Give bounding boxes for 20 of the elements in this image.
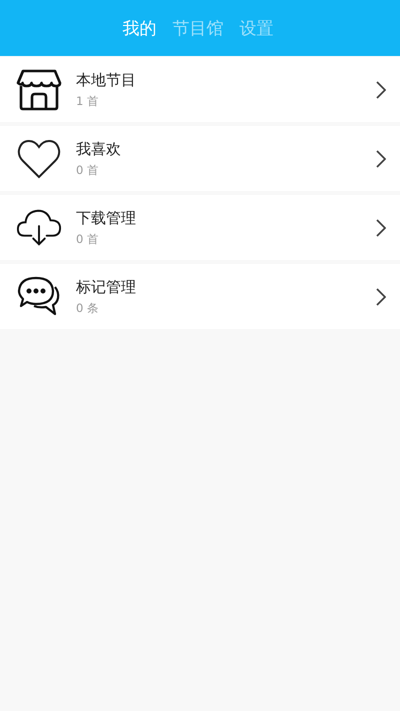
chevron-right-icon	[376, 288, 386, 306]
item-title: 本地节目	[76, 70, 137, 90]
item-count: 0 首	[76, 162, 100, 178]
chat-bubbles-icon	[17, 276, 61, 318]
menu-row[interactable]: 标记管理 0 条	[0, 264, 400, 329]
item-title: 标记管理	[76, 278, 137, 296]
store-icon	[16, 68, 62, 110]
item-count: 0 条	[76, 300, 100, 316]
item-count: 1 首	[76, 94, 100, 108]
menu-row[interactable]: 下载管理 0 首	[0, 195, 400, 260]
chevron-right-icon	[376, 80, 386, 98]
cloud-download-icon	[16, 208, 62, 248]
item-title: 下载管理	[76, 208, 137, 228]
menu-row[interactable]: 本地节目 1 首	[0, 57, 400, 122]
heart-icon	[17, 138, 61, 178]
chevron-right-icon	[376, 150, 386, 168]
item-title: 我喜欢	[76, 140, 122, 158]
item-count: 0 首	[76, 232, 100, 246]
menu-row[interactable]: 我喜欢 0 首	[0, 126, 400, 191]
chevron-right-icon	[376, 218, 386, 236]
